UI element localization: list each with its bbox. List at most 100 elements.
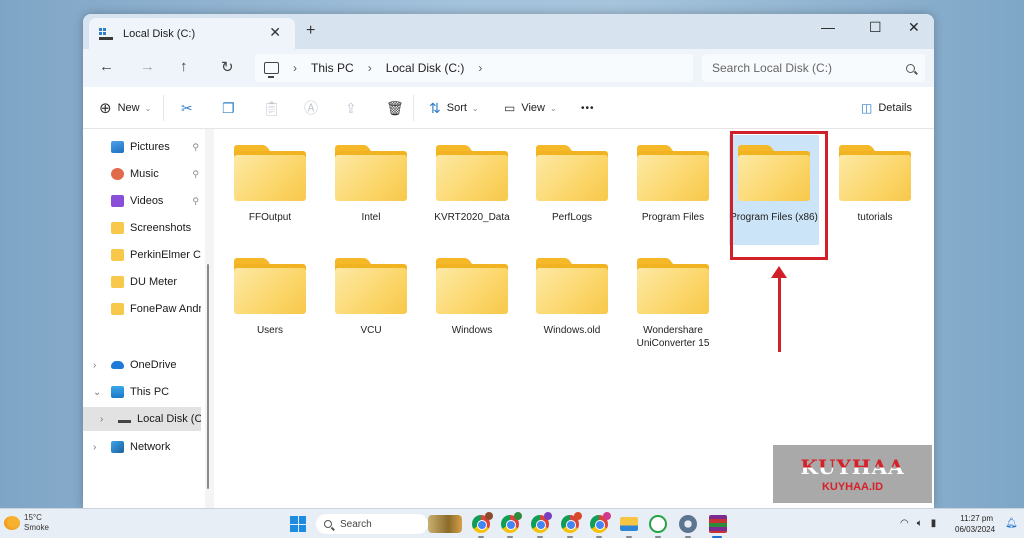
folder-item[interactable]: VCU — [326, 248, 416, 358]
delete-button[interactable]: 🗑︎ — [386, 87, 404, 129]
sidebar-item-label: Screenshots — [130, 222, 192, 234]
back-button[interactable]: ← — [99, 58, 114, 75]
folder-name: Users — [256, 325, 284, 336]
folder-item-selected[interactable]: Program Files (x86) — [729, 135, 819, 245]
folder-icon — [536, 145, 608, 201]
new-tab-button[interactable]: + — [306, 22, 315, 40]
folder-item[interactable]: Wondershare UniConverter 15 — [628, 248, 718, 358]
view-icon: ▭ — [504, 101, 516, 115]
search-highlight-icon[interactable] — [428, 515, 462, 533]
settings-gear-icon[interactable] — [679, 515, 697, 533]
details-button[interactable]: ◫ Details — [861, 87, 912, 129]
folder-icon — [335, 258, 407, 314]
more-icon: ••• — [581, 102, 595, 114]
tab-local-disk[interactable]: Local Disk (C:) ✕ — [89, 18, 295, 49]
whatsapp-icon[interactable] — [649, 515, 667, 533]
chevron-right-icon[interactable]: › — [100, 414, 103, 425]
weather-desc: Smoke — [24, 523, 49, 532]
sidebar-item-local-disk[interactable]: › Local Disk (C:) — [83, 407, 201, 431]
sidebar-item-pictures[interactable]: Pictures ⚲ — [83, 135, 201, 159]
folder-item[interactable]: KVRT2020_Data — [427, 135, 517, 245]
sidebar-item-du-meter[interactable]: DU Meter — [83, 270, 201, 294]
view-button[interactable]: ▭ View ⌄ — [504, 87, 557, 129]
new-button[interactable]: ⊕ New ⌄ — [99, 87, 151, 129]
sidebar-item-videos[interactable]: Videos ⚲ — [83, 189, 201, 213]
folder-item[interactable]: tutorials — [830, 135, 920, 245]
up-button[interactable]: ↑ — [180, 58, 188, 75]
wifi-icon[interactable]: ◠ — [900, 518, 909, 529]
search-box[interactable] — [702, 54, 925, 82]
paste-button[interactable]: 📋︎ — [263, 87, 281, 129]
sidebar-item-music[interactable]: Music ⚲ — [83, 162, 201, 186]
breadcrumb-local-disk[interactable]: Local Disk (C:) — [386, 61, 465, 75]
breadcrumb-this-pc[interactable]: This PC — [311, 61, 354, 75]
rename-button[interactable]: Ⓐ — [304, 87, 318, 129]
chrome-icon[interactable] — [472, 512, 493, 533]
chrome-icon[interactable] — [590, 512, 611, 533]
watermark-url: KUYHAA.ID — [821, 481, 884, 493]
system-tray: ◠ 🔈︎ ▮ — [900, 518, 936, 529]
chrome-icon[interactable] — [561, 512, 582, 533]
pin-icon[interactable]: ⚲ — [192, 196, 199, 207]
chevron-right-icon[interactable]: › — [93, 360, 96, 371]
winrar-icon[interactable] — [709, 515, 727, 533]
folder-name: Windows.old — [543, 325, 601, 336]
folder-icon — [738, 145, 810, 201]
sidebar-item-onedrive[interactable]: › OneDrive — [83, 353, 201, 377]
cut-button[interactable]: ✂ — [181, 87, 193, 129]
share-button[interactable]: ⇪ — [345, 87, 357, 129]
windows-logo-icon — [290, 524, 298, 532]
close-tab-icon[interactable]: ✕ — [269, 24, 281, 41]
sidebar-item-perkinelmer[interactable]: PerkinElmer Che — [83, 243, 201, 267]
folder-item[interactable]: Windows.old — [527, 248, 617, 358]
minimize-button[interactable]: — — [821, 19, 835, 35]
clock-time: 11:27 pm — [960, 514, 993, 523]
chevron-right-icon[interactable]: › — [93, 442, 96, 453]
sidebar-item-this-pc[interactable]: ⌄ This PC — [83, 380, 201, 404]
battery-icon[interactable]: ▮ — [931, 518, 937, 529]
pin-icon[interactable]: ⚲ — [192, 142, 199, 153]
folder-icon — [234, 258, 306, 314]
chevron-down-icon[interactable]: ⌄ — [93, 387, 101, 398]
pin-icon[interactable]: ⚲ — [192, 169, 199, 180]
divider — [163, 95, 164, 121]
scrollbar-thumb[interactable] — [207, 264, 209, 489]
sidebar-item-network[interactable]: › Network — [83, 435, 201, 459]
folder-item[interactable]: FFOutput — [225, 135, 315, 245]
start-button[interactable] — [290, 516, 306, 532]
clock[interactable]: 11:27 pm 06/03/2024 — [955, 513, 995, 535]
folder-icon — [335, 145, 407, 201]
folder-item[interactable]: PerfLogs — [527, 135, 617, 245]
forward-button[interactable]: → — [140, 58, 155, 75]
sidebar-item-screenshots[interactable]: Screenshots — [83, 216, 201, 240]
search-input[interactable] — [712, 61, 906, 75]
chrome-icon[interactable] — [501, 512, 522, 533]
sidebar-scrollbar[interactable] — [205, 129, 214, 508]
weather-widget[interactable]: 15°C Smoke — [4, 513, 49, 533]
sidebar-item-label: Network — [130, 441, 171, 453]
folder-item[interactable]: Windows — [427, 248, 517, 358]
file-explorer-icon[interactable] — [620, 517, 638, 531]
address-bar[interactable]: › This PC › Local Disk (C:) › — [255, 54, 693, 82]
folder-name: PerfLogs — [551, 212, 593, 223]
sidebar-item-label: Local Disk (C:) — [137, 413, 201, 425]
folder-item[interactable]: Program Files — [628, 135, 718, 245]
notification-bell-icon[interactable]: 🔔︎ — [1005, 518, 1018, 529]
folder-item[interactable]: Intel — [326, 135, 416, 245]
volume-muted-icon[interactable]: 🔈︎ — [917, 518, 923, 529]
folder-name: KVRT2020_Data — [434, 212, 510, 223]
taskbar-search[interactable]: Search — [316, 514, 428, 534]
folder-item[interactable]: Users — [225, 248, 315, 358]
refresh-button[interactable]: ↻ — [221, 58, 234, 76]
folder-name: Wondershare UniConverter 15 — [636, 325, 710, 349]
new-label: New — [117, 102, 140, 114]
sidebar-item-fonepaw[interactable]: FonePaw Andro — [83, 297, 201, 321]
close-window-button[interactable]: ✕ — [908, 19, 920, 36]
copy-button[interactable]: ❐ — [222, 87, 235, 129]
sort-button[interactable]: ⇅ Sort ⌄ — [429, 87, 479, 129]
more-options-button[interactable]: ••• — [581, 87, 595, 129]
chrome-icon[interactable] — [531, 512, 552, 533]
windows-logo-icon — [290, 516, 298, 524]
maximize-button[interactable]: ☐ — [869, 19, 882, 36]
breadcrumb-separator[interactable]: › — [478, 61, 482, 75]
